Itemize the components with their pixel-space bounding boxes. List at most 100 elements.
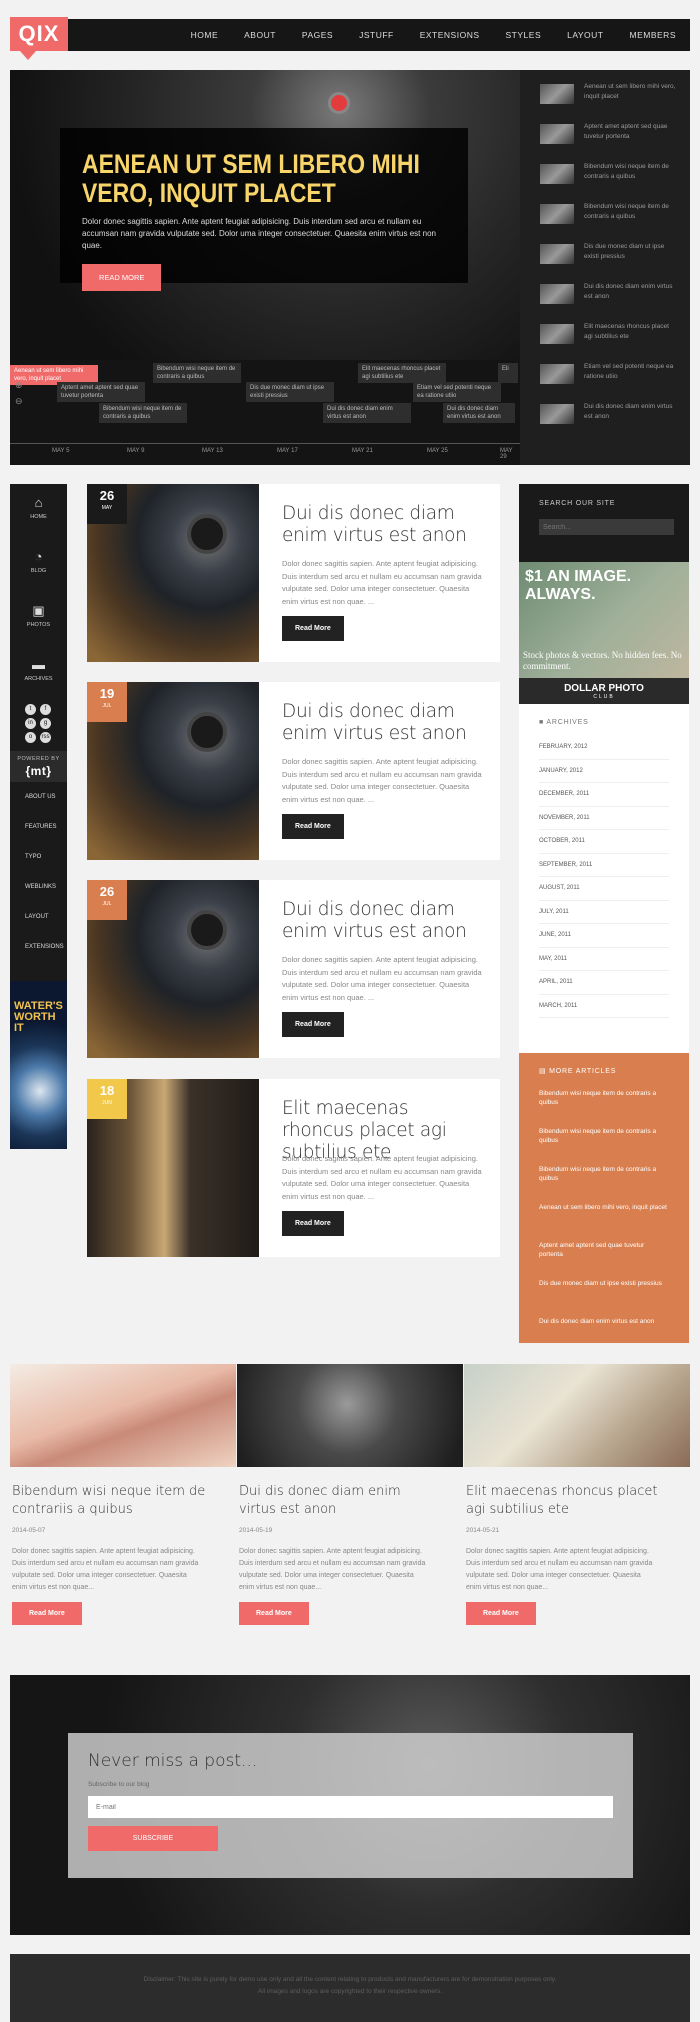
- side-ad-banner[interactable]: WATER'S WORTH IT: [10, 981, 67, 1149]
- post-title[interactable]: Dui dis donec diam enim virtus est anon: [282, 503, 482, 547]
- read-more-button[interactable]: Read More: [466, 1602, 536, 1625]
- ad-brand-bar: DOLLAR PHOTO CLUB: [519, 678, 689, 704]
- featured-image[interactable]: [237, 1364, 463, 1467]
- read-more-button[interactable]: Read More: [12, 1602, 82, 1625]
- featured-image[interactable]: [10, 1364, 236, 1467]
- side-link-extensions[interactable]: EXTENSIONS: [10, 932, 67, 962]
- slide-item[interactable]: Dui dis donec diam enim virtus est anon: [540, 402, 690, 442]
- side-nav-archives[interactable]: ▬ ARCHIVES: [10, 646, 67, 700]
- timeline-card[interactable]: Eli: [498, 363, 518, 383]
- featured-title[interactable]: Bibendum wisi neque item de contrariis a…: [12, 1483, 212, 1519]
- archive-link[interactable]: JULY, 2011: [539, 901, 669, 924]
- slide-item[interactable]: Aenean ut sem libero mihi vero, inquit p…: [540, 82, 690, 122]
- featured-title[interactable]: Dui dis donec diam enim virtus est anon: [239, 1483, 439, 1519]
- slide-item[interactable]: Bibendum wisi neque item de contraris a …: [540, 202, 690, 242]
- read-more-button[interactable]: Read More: [282, 814, 344, 839]
- rss-icon[interactable]: rss: [40, 732, 51, 743]
- zoom-in-icon[interactable]: ⊕: [15, 380, 23, 391]
- read-more-button[interactable]: Read More: [282, 1012, 344, 1037]
- archive-link[interactable]: SEPTEMBER, 2011: [539, 854, 669, 877]
- read-more-button[interactable]: Read More: [239, 1602, 309, 1625]
- timeline-card[interactable]: Dui dis donec diam enim virtus est anon: [323, 403, 411, 423]
- side-link-layout[interactable]: LAYOUT: [10, 902, 67, 932]
- post-day: 26: [99, 884, 115, 899]
- timeline-card[interactable]: Dui dis donec diam enim virtus est anon: [443, 403, 515, 423]
- timeline-card[interactable]: Bibendum wisi neque item de contraris a …: [99, 403, 187, 423]
- featured-image[interactable]: [464, 1364, 690, 1467]
- timeline-card[interactable]: Aptent amet aptent sed quae tuvetur port…: [57, 382, 145, 402]
- nav-extensions[interactable]: EXTENSIONS: [407, 19, 493, 51]
- subscribe-button[interactable]: SUBSCRIBE: [88, 1826, 218, 1851]
- timeline-date: MAY 9: [127, 448, 145, 454]
- archive-link[interactable]: JANUARY, 2012: [539, 760, 669, 783]
- side-link-about[interactable]: ABOUT US: [10, 782, 67, 812]
- facebook-icon[interactable]: f: [40, 704, 51, 715]
- nav-home[interactable]: HOME: [178, 19, 232, 51]
- nav-members[interactable]: MEMBERS: [617, 19, 690, 51]
- search-input[interactable]: [539, 519, 674, 535]
- pinterest-icon[interactable]: o: [25, 732, 36, 743]
- more-article-link[interactable]: Bibendum wisi neque item de contraris a …: [539, 1127, 669, 1165]
- archives-heading: ■ ARCHIVES: [539, 719, 669, 726]
- post-title[interactable]: Dui dis donec diam enim virtus est anon: [282, 701, 482, 745]
- slide-item[interactable]: Etiam vel sed potenti neque ea ratione u…: [540, 362, 690, 402]
- dollar-photo-ad[interactable]: $1 AN IMAGE. ALWAYS. Stock photos & vect…: [519, 562, 689, 704]
- twitter-icon[interactable]: t: [25, 704, 36, 715]
- slide-item[interactable]: Elit maecenas rhoncus placet agi subtili…: [540, 322, 690, 362]
- read-more-button[interactable]: Read More: [282, 616, 344, 641]
- hero-slide-list: Aenean ut sem libero mihi vero, inquit p…: [540, 82, 690, 442]
- timeline-card[interactable]: Bibendum wisi neque item de contraris a …: [153, 363, 241, 383]
- archive-link[interactable]: NOVEMBER, 2011: [539, 807, 669, 830]
- folder-icon: ▬: [32, 657, 45, 672]
- slide-thumbnail: [540, 324, 574, 344]
- side-nav-label: BLOG: [30, 568, 47, 574]
- archive-link[interactable]: FEBRUARY, 2012: [539, 736, 669, 760]
- linkedin-icon[interactable]: in: [25, 718, 36, 729]
- more-article-link[interactable]: Aptent amet aptent sed quae tuvetur port…: [539, 1241, 669, 1279]
- email-field[interactable]: [88, 1796, 613, 1818]
- side-link-typo[interactable]: TYPO: [10, 842, 67, 872]
- archive-link[interactable]: APRIL, 2011: [539, 971, 669, 995]
- archive-link[interactable]: JUNE, 2011: [539, 924, 669, 948]
- zoom-out-icon[interactable]: ⊖: [15, 396, 23, 407]
- more-article-link[interactable]: Dui dis donec diam enim virtus est anon: [539, 1317, 669, 1355]
- side-link-weblinks[interactable]: WEBLINKS: [10, 872, 67, 902]
- more-article-link[interactable]: Bibendum wisi neque item de contraris a …: [539, 1089, 669, 1127]
- archive-link[interactable]: MARCH, 2011: [539, 995, 669, 1018]
- more-article-link[interactable]: Dis due monec diam ut ipse existi pressi…: [539, 1279, 669, 1317]
- more-article-link[interactable]: Aenean ut sem libero mihi vero, inquit p…: [539, 1203, 669, 1241]
- slide-title: Dis due monec diam ut ipse existi pressi…: [584, 243, 665, 260]
- timeline-card[interactable]: Etiam vel sed potenti neque ea ratione u…: [413, 382, 501, 402]
- side-link-features[interactable]: FEATURES: [10, 812, 67, 842]
- timeline-date: MAY 29: [500, 448, 513, 460]
- featured-title[interactable]: Elit maecenas rhoncus placet agi subtili…: [466, 1483, 666, 1519]
- read-more-button[interactable]: Read More: [282, 1211, 344, 1236]
- side-nav-blog[interactable]: ◔ BLOG: [10, 538, 67, 592]
- timeline-card[interactable]: Dis due monec diam ut ipse existi pressi…: [246, 382, 334, 402]
- slide-item[interactable]: Dis due monec diam ut ipse existi pressi…: [540, 242, 690, 282]
- slide-item[interactable]: Bibendum wisi neque item de contraris a …: [540, 162, 690, 202]
- slide-item[interactable]: Aptent amet aptent sed quae tuvetur port…: [540, 122, 690, 162]
- archive-link[interactable]: OCTOBER, 2011: [539, 830, 669, 854]
- archive-link[interactable]: AUGUST, 2011: [539, 877, 669, 901]
- side-nav-home[interactable]: ⌂ HOME: [10, 484, 67, 538]
- slide-item[interactable]: Dui dis donec diam enim virtus est anon: [540, 282, 690, 322]
- archive-link[interactable]: MAY, 2011: [539, 948, 669, 971]
- nav-layout[interactable]: LAYOUT: [554, 19, 616, 51]
- nav-styles[interactable]: STYLES: [493, 19, 555, 51]
- powered-by-logo[interactable]: {mt}: [10, 764, 67, 778]
- nav-about[interactable]: ABOUT: [231, 19, 289, 51]
- google-icon[interactable]: g: [40, 718, 51, 729]
- main-nav: HOME ABOUT PAGES JSTUFF EXTENSIONS STYLE…: [178, 19, 690, 51]
- more-article-link[interactable]: Bibendum wisi neque item de contraris a …: [539, 1165, 669, 1203]
- timeline-card[interactable]: Elit maecenas rhoncus placet agi subtili…: [358, 363, 446, 383]
- site-logo[interactable]: QIX: [10, 17, 68, 51]
- archive-link[interactable]: DECEMBER, 2011: [539, 783, 669, 807]
- hero-read-more-button[interactable]: READ MORE: [82, 264, 162, 291]
- nav-jstuff[interactable]: JSTUFF: [346, 19, 407, 51]
- nav-pages[interactable]: PAGES: [289, 19, 346, 51]
- side-nav-label: HOME: [30, 514, 47, 520]
- post-excerpt: Dolor donec sagittis sapien. Ante aptent…: [282, 757, 482, 804]
- side-nav-photos[interactable]: ▣ PHOTOS: [10, 592, 67, 646]
- post-title[interactable]: Dui dis donec diam enim virtus est anon: [282, 899, 482, 943]
